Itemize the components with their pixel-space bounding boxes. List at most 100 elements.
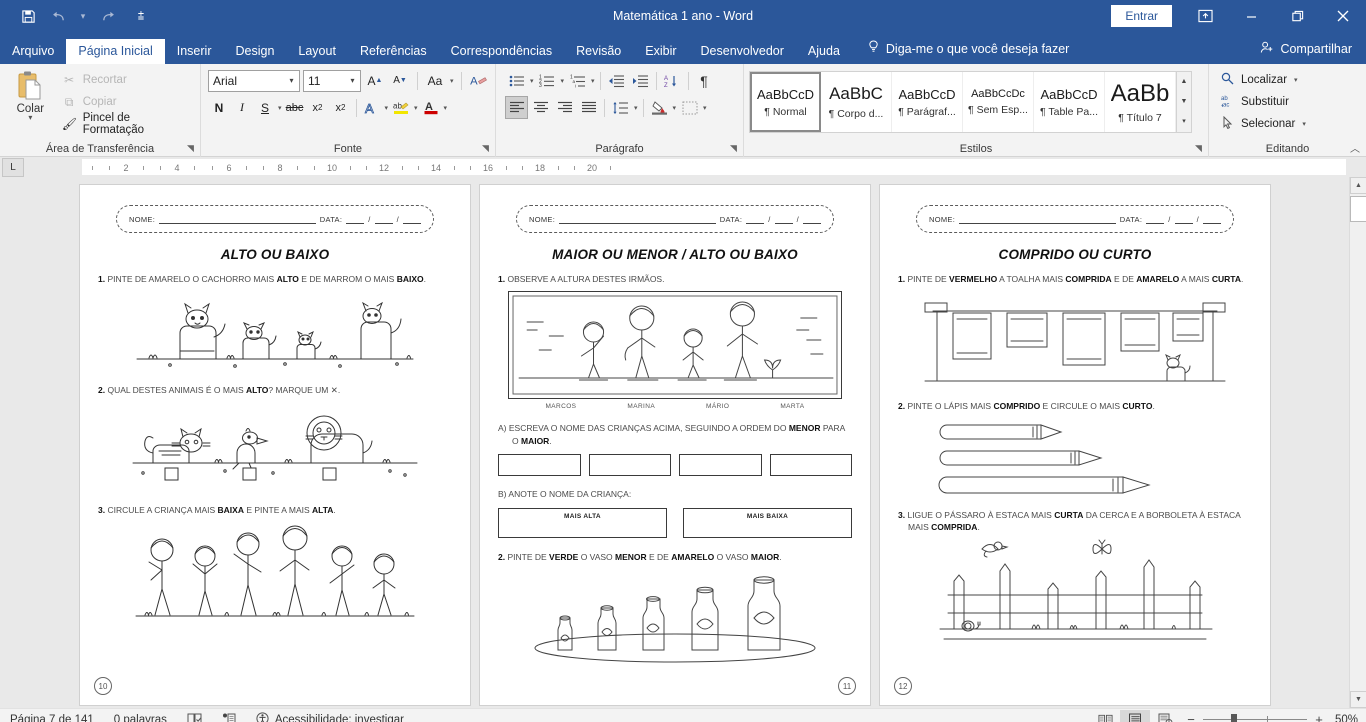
- styles-scroll[interactable]: ▲ ▼ ▾: [1176, 72, 1191, 132]
- clear-formatting-button[interactable]: A: [468, 70, 490, 92]
- scroll-down-icon[interactable]: ▼: [1350, 691, 1366, 708]
- line-spacing-chevron-down-icon[interactable]: ▾: [633, 104, 639, 112]
- answer-box-mais-alta[interactable]: MAIS ALTA: [498, 508, 667, 539]
- cut-button[interactable]: ✂ Recortar: [58, 69, 195, 91]
- text-effects-button[interactable]: A: [361, 97, 383, 119]
- paste-chevron-down-icon[interactable]: ▾: [28, 114, 32, 122]
- save-icon[interactable]: [14, 3, 42, 29]
- tab-exibir[interactable]: Exibir: [633, 39, 688, 65]
- multilevel-list-icon[interactable]: 1ai: [566, 69, 589, 92]
- scrollbar-thumb[interactable]: [1350, 196, 1366, 222]
- sort-icon[interactable]: AZ: [661, 69, 684, 92]
- redo-icon[interactable]: [94, 3, 122, 29]
- tab-inserir[interactable]: Inserir: [165, 39, 224, 65]
- style-item-titulo-7[interactable]: AaBb ¶ Título 7: [1105, 72, 1176, 132]
- tab-stop-selector[interactable]: L: [2, 157, 24, 177]
- strikethrough-button[interactable]: abc: [284, 97, 306, 119]
- ribbon-display-options-icon[interactable]: [1182, 0, 1228, 32]
- vertical-scrollbar[interactable]: ▲ ▼: [1349, 177, 1366, 708]
- restore-icon[interactable]: [1274, 0, 1320, 32]
- print-layout-view-button[interactable]: [1120, 709, 1150, 722]
- font-color-button[interactable]: A: [420, 97, 442, 119]
- answer-box[interactable]: [588, 453, 671, 476]
- tab-design[interactable]: Design: [223, 39, 286, 65]
- style-item-paragrafo[interactable]: AaBbCcD ¶ Parágraf...: [892, 72, 963, 132]
- superscript-button[interactable]: x2: [330, 97, 352, 119]
- page-indicator[interactable]: Página 7 de 141: [0, 714, 104, 722]
- show-marks-icon[interactable]: ¶: [693, 69, 716, 92]
- font-size-chevron-down-icon[interactable]: ▾: [345, 76, 360, 85]
- find-chevron-down-icon[interactable]: ▾: [1293, 76, 1299, 84]
- italic-button[interactable]: I: [231, 97, 253, 119]
- horizontal-ruler[interactable]: 2 4 6 8 10 12 14 16 18 20: [82, 159, 1346, 175]
- tab-arquivo[interactable]: Arquivo: [0, 39, 66, 65]
- undo-icon[interactable]: [44, 3, 72, 29]
- zoom-control[interactable]: − +: [1180, 712, 1332, 722]
- tab-correspondencias[interactable]: Correspondências: [439, 39, 564, 65]
- share-button[interactable]: Compartilhar: [1260, 41, 1366, 64]
- close-icon[interactable]: [1320, 0, 1366, 32]
- document-page-11[interactable]: NOME: DATA: / / MAIOR OU MENOR / ALTO OU…: [480, 185, 870, 705]
- align-right-icon[interactable]: [553, 96, 576, 119]
- answer-box[interactable]: [679, 453, 762, 476]
- borders-chevron-down-icon[interactable]: ▾: [702, 104, 708, 112]
- format-painter-button[interactable]: 🖌 Pincel de Formatação: [58, 112, 195, 136]
- align-left-icon[interactable]: [505, 96, 528, 119]
- sign-in-button[interactable]: Entrar: [1111, 4, 1172, 28]
- tab-referencias[interactable]: Referências: [348, 39, 439, 65]
- decrease-indent-icon[interactable]: [605, 69, 628, 92]
- style-item-table-paragraph[interactable]: AaBbCcD ¶ Table Pa...: [1034, 72, 1105, 132]
- select-button[interactable]: Selecionar ▾: [1214, 113, 1361, 135]
- numbered-list-chevron-down-icon[interactable]: ▾: [560, 77, 566, 85]
- tab-desenvolvedor[interactable]: Desenvolvedor: [689, 39, 796, 65]
- scroll-up-icon[interactable]: ▲: [1350, 177, 1366, 194]
- tab-ajuda[interactable]: Ajuda: [796, 39, 852, 65]
- underline-button[interactable]: S: [254, 97, 276, 119]
- text-highlight-color-button[interactable]: ab: [390, 97, 412, 119]
- document-page-12[interactable]: NOME: DATA: / / COMPRIDO OU CURTO 1. PIN…: [880, 185, 1270, 705]
- minimize-icon[interactable]: [1228, 0, 1274, 32]
- tell-me-search[interactable]: Diga-me o que você deseja fazer: [852, 34, 1079, 64]
- zoom-in-button[interactable]: +: [1314, 712, 1324, 722]
- styles-more-icon[interactable]: ▾: [1177, 112, 1191, 132]
- paragraph-dialog-launcher-icon[interactable]: ◥: [728, 143, 739, 154]
- line-spacing-icon[interactable]: [609, 96, 632, 119]
- tab-pagina-inicial[interactable]: Página Inicial: [66, 38, 165, 64]
- document-page-10[interactable]: NOME: DATA: / / ALTO OU BAIXO 1. PINTE D…: [80, 185, 470, 705]
- zoom-slider-thumb[interactable]: [1231, 714, 1237, 722]
- proofing-icon[interactable]: [177, 713, 212, 722]
- increase-indent-icon[interactable]: [629, 69, 652, 92]
- subscript-button[interactable]: x2: [307, 97, 329, 119]
- grow-font-button[interactable]: A ▲: [364, 70, 386, 92]
- accessibility-status[interactable]: Acessibilidade: investigar: [246, 711, 414, 722]
- language-icon[interactable]: [212, 713, 246, 722]
- read-mode-view-button[interactable]: [1090, 710, 1120, 722]
- zoom-slider[interactable]: [1203, 714, 1307, 722]
- font-family-combo[interactable]: Arial ▾: [208, 69, 300, 92]
- borders-icon[interactable]: [678, 96, 701, 119]
- undo-dropdown-chevron-down-icon[interactable]: ▾: [74, 3, 92, 29]
- font-color-chevron-down-icon[interactable]: ▾: [443, 104, 449, 112]
- shading-chevron-down-icon[interactable]: ▾: [672, 104, 678, 112]
- customize-quick-access-chevron-down-icon[interactable]: ⩲: [132, 3, 150, 29]
- find-button[interactable]: Localizar ▾: [1214, 69, 1361, 91]
- copy-button[interactable]: ⧉ Copiar: [58, 91, 195, 113]
- font-dialog-launcher-icon[interactable]: ◥: [480, 143, 491, 154]
- tab-revisao[interactable]: Revisão: [564, 39, 633, 65]
- styles-scroll-down-icon[interactable]: ▼: [1177, 92, 1191, 112]
- zoom-level-label[interactable]: 50%: [1332, 714, 1366, 722]
- style-item-normal[interactable]: AaBbCcD ¶ Normal: [750, 72, 821, 132]
- tab-layout[interactable]: Layout: [286, 39, 348, 65]
- answer-box[interactable]: [769, 453, 852, 476]
- shading-icon[interactable]: [648, 96, 671, 119]
- bold-button[interactable]: N: [208, 97, 230, 119]
- styles-scroll-up-icon[interactable]: ▲: [1177, 72, 1191, 92]
- justify-icon[interactable]: [577, 96, 600, 119]
- clipboard-dialog-launcher-icon[interactable]: ◥: [185, 143, 196, 154]
- paste-button[interactable]: Colar ▾: [5, 67, 56, 137]
- change-case-button[interactable]: Aa: [424, 70, 446, 92]
- font-family-chevron-down-icon[interactable]: ▾: [284, 76, 299, 85]
- answer-box[interactable]: [498, 453, 581, 476]
- styles-dialog-launcher-icon[interactable]: ◥: [1193, 143, 1204, 154]
- shrink-font-button[interactable]: A ▼: [389, 70, 411, 92]
